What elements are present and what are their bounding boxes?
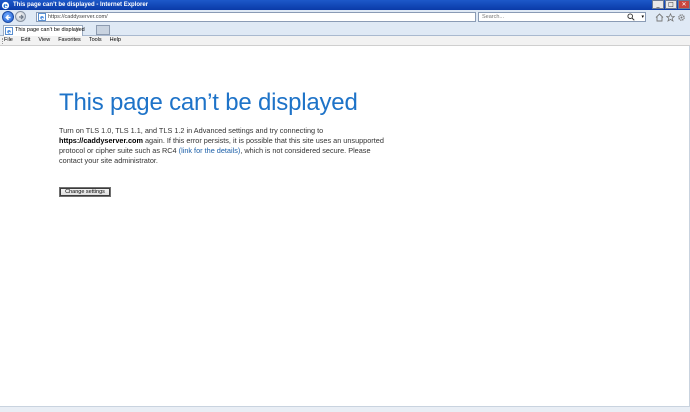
maximize-icon: □ — [668, 0, 674, 8]
close-icon: ✕ — [681, 0, 687, 8]
address-bar[interactable]: e https://caddyserver.com/ ▾ ↻ — [36, 12, 508, 22]
gear-icon[interactable] — [676, 11, 687, 23]
page-content: This page can’t be displayed Turn on TLS… — [0, 46, 690, 406]
search-dropdown-chevron-down-icon[interactable]: ▾ — [641, 13, 644, 21]
address-url[interactable]: https://caddyserver.com/ — [48, 13, 108, 21]
error-title: This page can’t be displayed — [59, 89, 358, 116]
window-title: This page can’t be displayed - Internet … — [13, 2, 149, 8]
window-title-bar[interactable]: e This page can’t be displayed - Interne… — [0, 0, 690, 10]
tab-close-icon[interactable]: × — [75, 27, 81, 33]
minimize-icon: _ — [656, 0, 660, 8]
menu-grip-handle[interactable] — [2, 38, 4, 44]
error-host: https://caddyserver.com — [59, 136, 143, 145]
change-settings-button[interactable]: Change settings — [59, 187, 111, 197]
back-button[interactable] — [2, 11, 14, 23]
new-tab-button[interactable] — [96, 25, 110, 35]
maximize-button[interactable]: □ — [665, 0, 677, 9]
internet-explorer-logo-icon: e — [1, 1, 10, 10]
menu-favorites[interactable]: Favorites — [54, 36, 85, 45]
tab-active[interactable]: e This page can’t be displayed × — [3, 25, 85, 36]
status-bar — [0, 406, 690, 412]
navigation-bar: e https://caddyserver.com/ ▾ ↻ Search...… — [0, 10, 690, 24]
minimize-button[interactable]: _ — [652, 0, 664, 9]
svg-text:e: e — [40, 15, 44, 22]
svg-text:e: e — [3, 1, 8, 10]
search-icon[interactable] — [627, 13, 635, 21]
menu-bar: File Edit View Favorites Tools Help — [0, 36, 690, 46]
toolbar-icons — [654, 11, 687, 23]
forward-button[interactable] — [15, 11, 26, 22]
home-icon[interactable] — [654, 11, 665, 23]
tab-bar: e This page can’t be displayed × — [0, 24, 690, 36]
forward-arrow-icon — [19, 14, 24, 20]
tab-page-icon: e — [5, 27, 13, 35]
window-controls: _ □ ✕ — [651, 0, 690, 10]
search-placeholder: Search... — [482, 14, 505, 20]
page-icon: e — [38, 13, 46, 21]
error-message-part1: Turn on TLS 1.0, TLS 1.1, and TLS 1.2 in… — [59, 126, 324, 135]
search-input[interactable]: Search... ▾ — [478, 12, 646, 22]
menu-edit[interactable]: Edit — [17, 36, 34, 45]
svg-text:e: e — [7, 29, 11, 36]
favorites-star-icon[interactable] — [665, 11, 676, 23]
close-button[interactable]: ✕ — [678, 0, 690, 9]
menu-tools[interactable]: Tools — [85, 36, 106, 45]
details-link[interactable]: (link for the details) — [179, 146, 241, 155]
back-arrow-icon — [5, 14, 11, 21]
menu-view[interactable]: View — [34, 36, 54, 45]
menu-help[interactable]: Help — [106, 36, 125, 45]
error-message: Turn on TLS 1.0, TLS 1.1, and TLS 1.2 in… — [59, 126, 389, 166]
